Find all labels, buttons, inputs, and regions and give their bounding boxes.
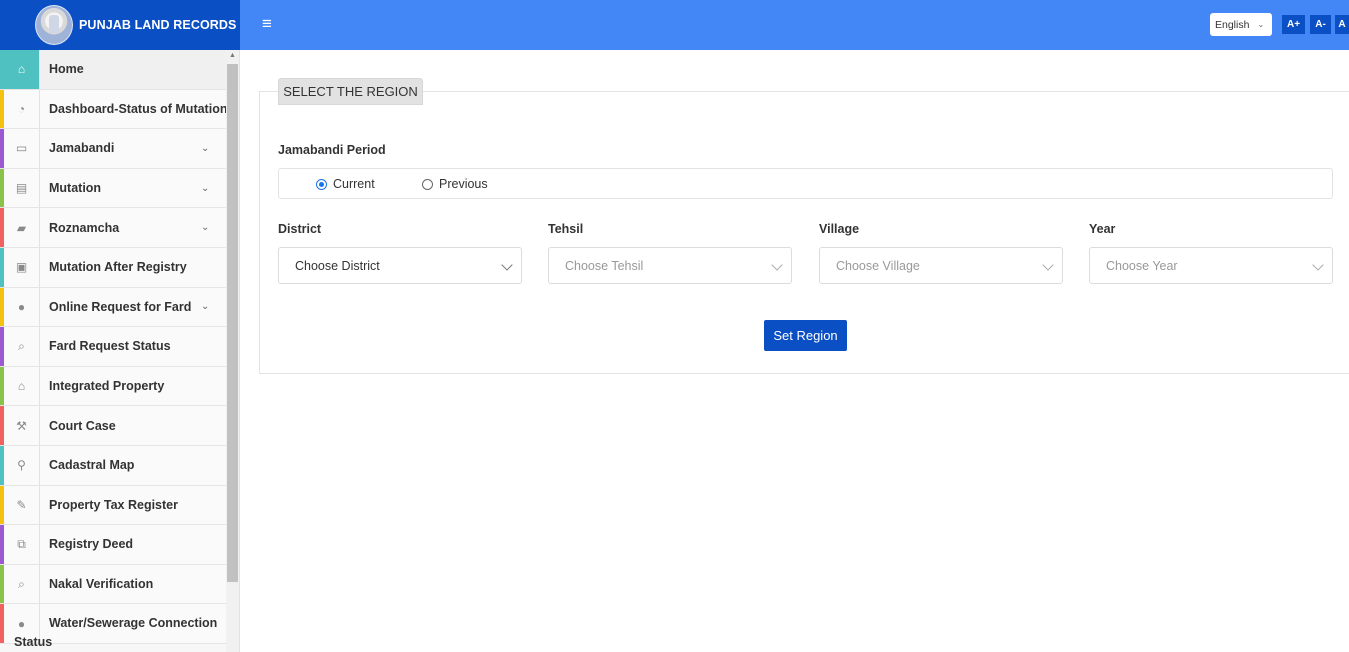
brand-title: PUNJAB LAND RECORDS <box>79 18 237 32</box>
chevron-down-icon <box>1312 259 1324 271</box>
sidebar: ⌂ Home ◔ Dashboard-Status of Mutations ▭ Jama… <box>0 50 240 652</box>
sidebar-item-label: Court Case <box>49 418 116 433</box>
radio-previous[interactable]: Previous <box>422 177 488 191</box>
sidebar-item-label: Cadastral Map <box>49 458 135 473</box>
chevron-down-icon: ⌄ <box>201 142 210 154</box>
sidebar-item[interactable]: ● Water/Sewerage Connection Status <box>0 604 239 649</box>
sidebar-item-label: Nakal Verification <box>49 577 154 592</box>
chevron-down-icon <box>1042 259 1054 271</box>
brand-area[interactable]: PUNJAB LAND RECORDS <box>0 0 240 50</box>
year-select-value: Choose Year <box>1106 258 1178 273</box>
sidebar-item-label: Roznamcha <box>49 220 120 235</box>
menu-toggle-icon[interactable]: ≡ <box>262 14 272 34</box>
radio-previous-indicator[interactable] <box>422 178 433 190</box>
sidebar-item[interactable]: ⌕ Nakal Verification <box>0 564 239 605</box>
village-select-value: Choose Village <box>836 258 920 273</box>
sidebar-item[interactable]: ⚲ Cadastral Map <box>0 445 239 486</box>
gavel-icon: ⚒ <box>4 406 40 445</box>
radio-previous-label: Previous <box>439 177 488 191</box>
chevron-down-icon <box>501 259 513 271</box>
district-select[interactable]: Choose District <box>278 247 522 284</box>
map-marker-icon: ⚲ <box>4 445 40 485</box>
chevron-down-icon: ⌄ <box>201 182 210 194</box>
file-icon: ▤ <box>4 168 40 208</box>
sidebar-item[interactable]: ● Online Request for Fard ⌄ <box>0 287 239 328</box>
chevron-down-icon: ⌄ <box>201 301 210 313</box>
sidebar-item-label: Mutation After Registry <box>49 260 187 275</box>
sidebar-item[interactable]: ▭ Jamabandi ⌄ <box>0 129 239 169</box>
dashboard-icon: ◔ <box>4 89 40 129</box>
jamabandi-period-label: Jamabandi Period <box>278 143 386 157</box>
sidebar-item-label-line2: Status <box>14 635 53 650</box>
search-icon: ⌕ <box>4 564 40 604</box>
sidebar-item-label: Integrated Property <box>49 379 165 394</box>
year-label: Year <box>1089 222 1116 236</box>
sidebar-item[interactable]: ▣ Mutation After Registry <box>0 247 239 288</box>
scrollbar-thumb[interactable] <box>227 64 238 582</box>
sidebar-item[interactable]: ✎ Property Tax Register <box>0 485 239 526</box>
briefcase-icon: ▣ <box>4 247 40 287</box>
chevron-down-icon: ⌄ <box>1257 20 1265 29</box>
tehsil-label: Tehsil <box>548 222 584 236</box>
radio-current-indicator[interactable] <box>316 178 327 190</box>
sidebar-item[interactable]: ⌂ Home <box>0 50 239 90</box>
sidebar-item-label: Online Request for Fard <box>49 299 192 314</box>
radio-current-label: Current <box>333 177 375 191</box>
search-icon: ⌕ <box>4 327 40 366</box>
panel-title: SELECT THE REGION <box>278 78 423 105</box>
chevron-down-icon <box>771 259 783 271</box>
state-emblem-logo <box>35 5 73 45</box>
font-reset-button[interactable]: A <box>1335 15 1349 34</box>
font-decrease-button[interactable]: A- <box>1310 15 1331 34</box>
sidebar-item[interactable]: ⧉ Registry Deed <box>0 525 239 565</box>
sidebar-item-label: Dashboard-Status of Mutations <box>49 101 235 116</box>
village-label: Village <box>819 222 860 236</box>
tehsil-select[interactable]: Choose Tehsil <box>548 247 792 284</box>
sidebar-item[interactable]: ⌕ Fard Request Status <box>0 327 239 367</box>
edit-icon: ✎ <box>4 485 40 525</box>
tehsil-select-value: Choose Tehsil <box>565 258 644 273</box>
sidebar-item-label: Property Tax Register <box>49 497 178 512</box>
sidebar-item-label: Registry Deed <box>49 537 134 552</box>
sidebar-item[interactable]: ⌂ Integrated Property <box>0 366 239 407</box>
bank-icon: ⌂ <box>4 366 40 406</box>
set-region-button[interactable]: Set Region <box>764 320 847 351</box>
sidebar-item[interactable]: ▤ Mutation ⌄ <box>0 168 239 209</box>
sidebar-item-label: Water/Sewerage Connection <box>49 616 218 631</box>
font-increase-button[interactable]: A+ <box>1282 15 1305 34</box>
language-value: English <box>1215 18 1250 31</box>
scroll-up-arrow-icon[interactable]: ▲ <box>226 52 239 62</box>
chevron-down-icon: ⌄ <box>201 222 210 234</box>
book-icon: ▰ <box>4 208 40 247</box>
language-select[interactable]: English ⌄ <box>1210 13 1272 36</box>
sidebar-item[interactable]: ⚒ Court Case <box>0 406 239 446</box>
sidebar-item-label: Mutation <box>49 181 102 196</box>
id-card-icon: ▭ <box>4 129 40 168</box>
sidebar-item[interactable]: ◔ Dashboard-Status of Mutations <box>0 89 239 130</box>
district-label: District <box>278 222 322 236</box>
village-select[interactable]: Choose Village <box>819 247 1063 284</box>
sidebar-item-label: Jamabandi <box>49 141 115 156</box>
home-icon: ⌂ <box>4 50 40 89</box>
year-select[interactable]: Choose Year <box>1089 247 1333 284</box>
district-select-value: Choose District <box>295 258 380 273</box>
radio-current[interactable]: Current <box>316 177 375 191</box>
sidebar-item[interactable]: ▰ Roznamcha ⌄ <box>0 208 239 248</box>
drop-icon: ● <box>4 287 40 327</box>
sidebar-item-label: Fard Request Status <box>49 339 171 354</box>
copy-icon: ⧉ <box>4 525 40 564</box>
sidebar-menu: ⌂ Home ◔ Dashboard-Status of Mutations ▭ Jama… <box>0 50 239 649</box>
sidebar-scrollbar[interactable]: ▲ <box>226 50 239 652</box>
sidebar-item-label: Home <box>49 62 84 77</box>
